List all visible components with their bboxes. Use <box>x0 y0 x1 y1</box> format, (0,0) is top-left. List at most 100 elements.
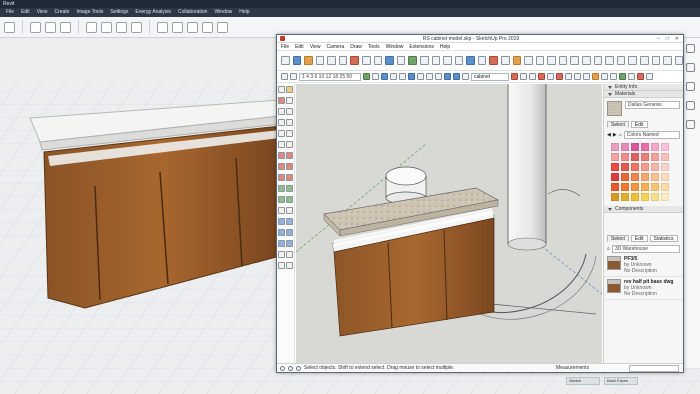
offset-icon[interactable] <box>385 56 394 65</box>
measurements-input[interactable] <box>629 364 679 372</box>
plugin-icon[interactable] <box>592 73 599 80</box>
su-menu-tools[interactable]: Tools <box>368 44 380 50</box>
color-swatch[interactable] <box>641 193 649 201</box>
pan-icon[interactable] <box>286 218 293 225</box>
zoom-tool-icon[interactable] <box>116 21 127 33</box>
color-swatch[interactable] <box>651 153 659 161</box>
plugin-icon[interactable] <box>290 73 297 80</box>
color-swatch[interactable] <box>621 183 629 191</box>
shadows-icon[interactable] <box>512 56 522 65</box>
scale-input[interactable]: 1 4 3 6 10 12 18 25 50 <box>299 72 361 81</box>
back-view-icon[interactable] <box>593 56 603 65</box>
select-icon[interactable] <box>281 56 290 65</box>
color-swatch[interactable] <box>661 143 669 151</box>
plugin-icon[interactable] <box>583 73 590 80</box>
revit-menu-collaboration[interactable]: Collaboration <box>178 8 207 17</box>
eraser-icon[interactable] <box>278 97 285 104</box>
color-swatch[interactable] <box>631 153 639 161</box>
styles-icon[interactable] <box>500 56 510 65</box>
color-swatch[interactable] <box>661 173 669 181</box>
plugin-icon[interactable] <box>426 73 433 80</box>
pan-icon[interactable] <box>686 82 695 91</box>
view-cube-icon[interactable] <box>686 44 695 53</box>
tab-statistics[interactable]: Statistics <box>649 235 678 242</box>
section-tool-icon[interactable] <box>157 21 168 33</box>
text-icon[interactable] <box>408 56 417 65</box>
pan-icon[interactable] <box>431 56 441 65</box>
protractor-icon[interactable] <box>278 196 285 203</box>
color-swatch[interactable] <box>631 173 639 181</box>
help-icon[interactable] <box>296 365 301 371</box>
revit-menu-create[interactable]: Create <box>54 8 69 17</box>
su-menu-file[interactable]: File <box>281 44 289 50</box>
line-icon[interactable] <box>315 56 325 65</box>
hidden-line-icon[interactable] <box>639 56 649 65</box>
plugin-icon[interactable] <box>520 73 527 80</box>
plugin-icon[interactable] <box>408 73 415 80</box>
circle-icon[interactable] <box>278 130 285 137</box>
color-swatch[interactable] <box>631 143 639 151</box>
rotate-icon[interactable] <box>278 163 285 170</box>
left-view-icon[interactable] <box>605 56 614 65</box>
measure-tool-icon[interactable] <box>187 21 198 33</box>
eraser-icon[interactable] <box>292 56 302 65</box>
warehouse-icon[interactable] <box>466 56 475 65</box>
position-camera-icon[interactable] <box>278 251 285 258</box>
materials-tool-icon[interactable] <box>217 21 228 33</box>
plugin-icon[interactable] <box>372 73 379 80</box>
scale-icon[interactable] <box>278 174 285 181</box>
color-swatch[interactable] <box>631 183 639 191</box>
front-view-icon[interactable] <box>570 56 580 65</box>
zoom-icon[interactable] <box>686 101 695 110</box>
monochrome-icon[interactable] <box>674 56 684 65</box>
plugin-icon[interactable] <box>538 73 545 80</box>
color-swatch[interactable] <box>611 153 619 161</box>
color-swatch[interactable] <box>641 163 649 171</box>
rotate-tool-icon[interactable] <box>45 21 56 33</box>
zoom-extents-icon[interactable] <box>131 21 142 33</box>
sketch-button[interactable]: Sketch <box>566 377 600 385</box>
color-swatch[interactable] <box>621 143 629 151</box>
dimension-icon[interactable] <box>286 185 293 192</box>
scene-input[interactable]: cabinet <box>471 72 509 81</box>
push-pull-icon[interactable] <box>350 56 360 65</box>
revit-menu-window[interactable]: Window <box>214 8 232 17</box>
collection-dropdown[interactable]: Colors Named <box>623 131 680 139</box>
rectangle-icon[interactable] <box>338 56 348 65</box>
color-swatch[interactable] <box>641 143 649 151</box>
color-swatch[interactable] <box>661 183 669 191</box>
move-tool-icon[interactable] <box>30 21 41 33</box>
component-item[interactable]: rev half pit base dwg by Unknown No Desc… <box>604 277 683 300</box>
arc-icon[interactable] <box>327 56 336 65</box>
color-swatch[interactable] <box>661 193 669 201</box>
tape-measure-icon[interactable] <box>396 56 406 65</box>
plugin-icon[interactable] <box>556 73 563 80</box>
su-menu-draw[interactable]: Draw <box>350 44 362 50</box>
plugin-icon[interactable] <box>610 73 617 80</box>
plugin-icon[interactable] <box>547 73 554 80</box>
color-swatch[interactable] <box>651 143 659 151</box>
paint-bucket-icon[interactable] <box>304 56 313 65</box>
paint-bucket-icon[interactable] <box>286 97 293 104</box>
make-component-icon[interactable] <box>286 86 293 93</box>
3d-text-icon[interactable] <box>286 207 293 214</box>
zoom-icon[interactable] <box>443 56 452 65</box>
color-swatch[interactable] <box>661 153 669 161</box>
color-swatch[interactable] <box>621 173 629 181</box>
move-icon[interactable] <box>278 152 285 159</box>
axes-icon[interactable] <box>278 207 285 214</box>
zoom-window-icon[interactable] <box>286 229 293 236</box>
extension-warehouse-icon[interactable] <box>477 56 487 65</box>
color-swatch[interactable] <box>631 193 639 201</box>
orbit-icon[interactable] <box>278 218 285 225</box>
textured-icon[interactable] <box>663 56 672 65</box>
revit-menu-image-tools[interactable]: Image Tools <box>76 8 103 17</box>
plugin-icon[interactable] <box>628 73 635 80</box>
render-tool-icon[interactable] <box>202 21 213 33</box>
orbit-tool-icon[interactable] <box>86 21 97 33</box>
previous-view-icon[interactable] <box>278 240 285 247</box>
back-icon[interactable]: ◀ <box>607 132 611 138</box>
materials-header[interactable]: Materials <box>604 91 683 98</box>
views-icon[interactable] <box>535 56 545 65</box>
plugin-icon[interactable] <box>511 73 518 80</box>
